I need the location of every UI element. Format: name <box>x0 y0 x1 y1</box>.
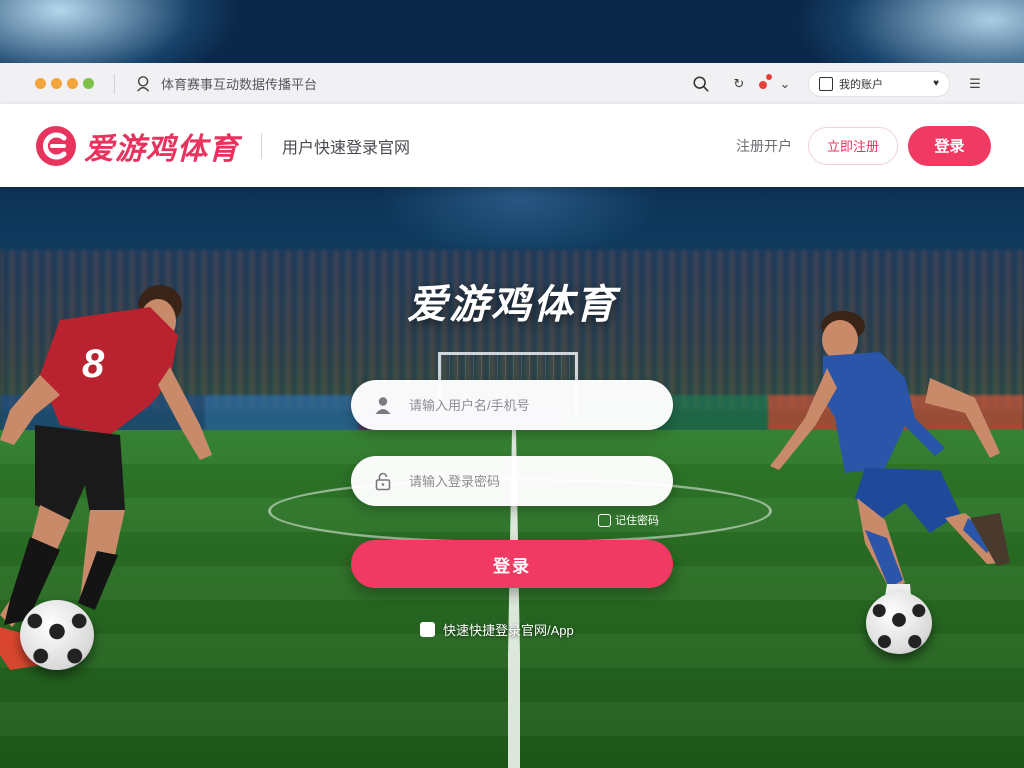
header-subtitle: 用户快速登录官网 <box>282 139 411 157</box>
user-icon <box>375 397 391 414</box>
notification-icon[interactable] <box>752 73 774 95</box>
remember-label: 记住密码 <box>615 515 659 527</box>
browser-toolbar: 体育赛事互动数据传播平台 ↻ ⌄ 我的账户 ♥ ☰ <box>0 63 1024 105</box>
header-divider <box>261 132 262 159</box>
password-input[interactable] <box>407 472 651 490</box>
toolbar-divider <box>114 73 115 94</box>
password-field[interactable] <box>351 456 673 506</box>
window-dot-4[interactable] <box>83 78 94 89</box>
player-red-shorts <box>35 425 125 520</box>
quick-login-link[interactable]: 快速快捷登录官网/App <box>420 620 574 639</box>
login-title: 爱游鸡体育 <box>407 283 617 327</box>
heart-icon: ♥ <box>933 78 939 89</box>
address-bar-text[interactable]: 体育赛事互动数据传播平台 <box>161 74 317 93</box>
soccer-ball-left <box>20 600 94 670</box>
header-actions: 注册开户 立即注册 登录 <box>736 125 1024 166</box>
lock-icon <box>375 472 391 491</box>
quick-login-text: 快速快捷登录官网/App <box>443 623 574 638</box>
header-login-button[interactable]: 登录 <box>908 125 991 166</box>
chevron-down-icon[interactable]: ⌄ <box>774 73 796 95</box>
refresh-icon[interactable]: ↻ <box>728 73 750 95</box>
user-search-icon <box>137 75 150 92</box>
logo-text: 爱游鸡体育 <box>84 132 239 166</box>
window-dot-3[interactable] <box>67 78 78 89</box>
search-icon[interactable] <box>690 73 712 95</box>
profile-pill[interactable]: 我的账户 ♥ <box>808 70 950 97</box>
app-icon <box>420 622 435 637</box>
account-icon <box>819 76 833 91</box>
site-logo[interactable]: 爱游鸡体育 <box>34 124 239 168</box>
remember-checkbox[interactable] <box>598 513 611 527</box>
signup-link[interactable]: 注册开户 <box>736 136 792 156</box>
window-dot-2[interactable] <box>51 78 62 89</box>
register-button[interactable]: 立即注册 <box>807 126 898 165</box>
logo-icon <box>36 125 76 166</box>
menu-icon[interactable]: ☰ <box>964 73 986 95</box>
window-controls <box>35 78 94 89</box>
login-submit-button[interactable]: 登录 <box>351 540 673 588</box>
username-field[interactable] <box>351 380 673 430</box>
jersey-number: 8 <box>82 342 105 386</box>
player-blue <box>770 311 1010 596</box>
profile-label: 我的账户 <box>839 78 883 91</box>
soccer-ball-right <box>866 592 932 654</box>
toolbar-actions: ↻ ⌄ 我的账户 ♥ ☰ <box>690 70 1024 97</box>
username-input[interactable] <box>407 396 651 414</box>
player-blue-shirt <box>823 352 945 473</box>
site-header: 爱游鸡体育 用户快速登录官网 注册开户 立即注册 登录 <box>0 104 1024 187</box>
window-dot-1[interactable] <box>35 78 46 89</box>
remember-password[interactable]: 记住密码 <box>598 512 659 528</box>
